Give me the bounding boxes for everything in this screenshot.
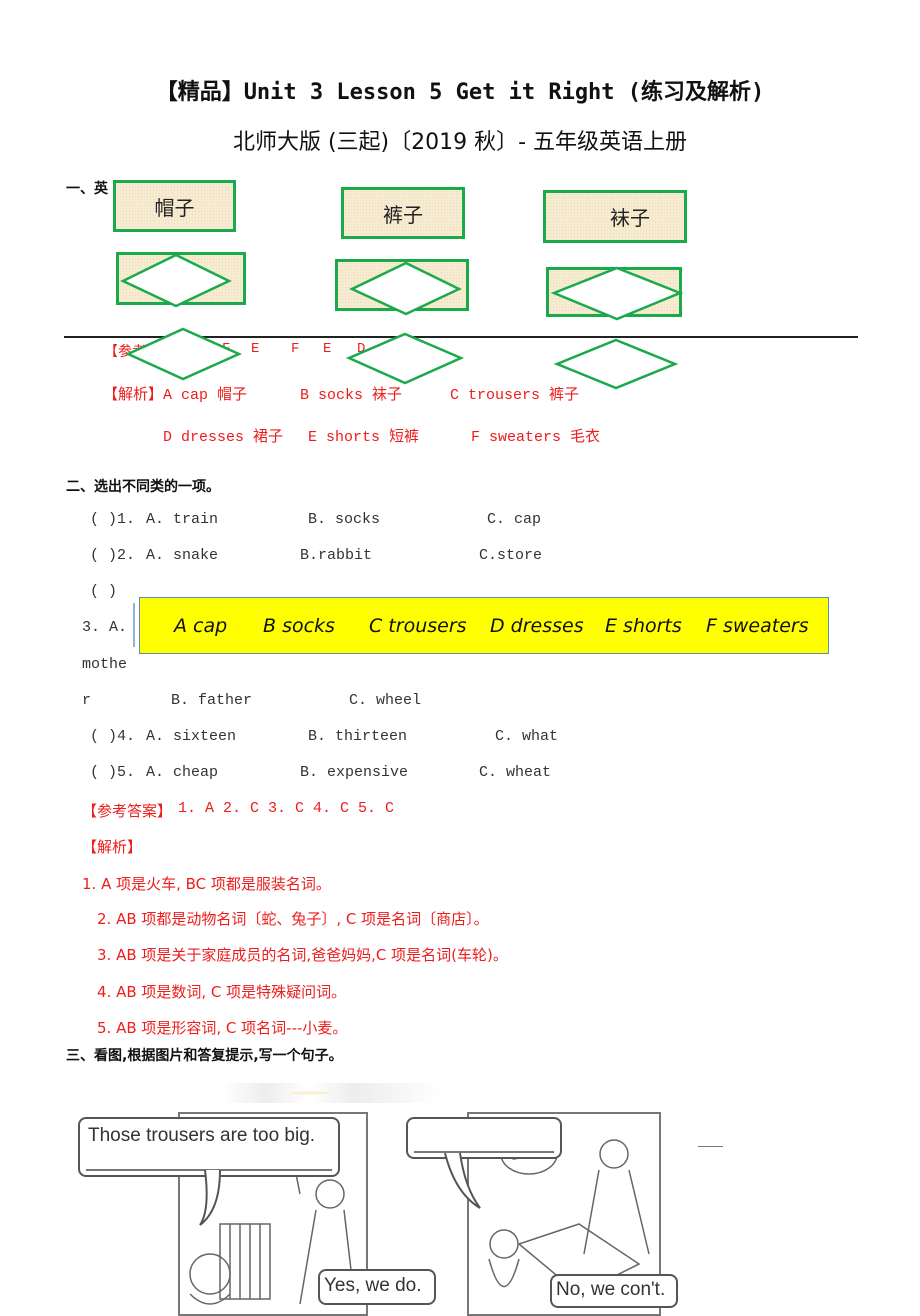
bubble-text: Yes, we do.: [324, 1275, 422, 1296]
analysis-label: 【解析】: [82, 838, 143, 856]
option-a: A. train: [146, 511, 219, 528]
speech-bubble-reply-1: Yes, we do.: [318, 1269, 436, 1305]
question-number: ( )1.: [90, 511, 136, 528]
diamond-shape: [345, 332, 465, 385]
analysis-line: 2. AB 项都是动物名词〔蛇、兔子〕, C 项是名词〔商店〕。: [97, 910, 489, 928]
banner-option: B socks: [263, 614, 335, 637]
banner-option: D dresses: [490, 614, 584, 637]
options-banner: A cap B socks C trousers D dresses E sho…: [139, 597, 829, 654]
option-c: C.store: [479, 547, 543, 564]
analysis-line: 3. AB 项是关于家庭成员的名词,爸爸妈妈,C 项是名词(车轮)。: [97, 946, 508, 964]
bubble-text: Those trousers are too big.: [88, 1125, 316, 1146]
bubble-tail: [199, 1169, 221, 1226]
bubble-text: No, we con't.: [556, 1279, 666, 1300]
option-a-line3: r: [82, 692, 92, 709]
short-dash-line: [698, 1146, 723, 1147]
banner-option: A cap: [174, 614, 228, 637]
analysis-item: F sweaters 毛衣: [471, 429, 601, 446]
diamond-shape: [124, 327, 243, 381]
option-a: A. cheap: [146, 764, 219, 781]
option-a: A. sixteen: [146, 728, 237, 745]
bubble-tail: [444, 1152, 481, 1209]
analysis-line: 1. A 项是火车, BC 项都是服装名词。: [82, 875, 331, 893]
answer-label: 【参考答案】: [82, 802, 173, 820]
answer-key: 1. A 2. C 3. C 4. C 5. C: [178, 800, 395, 817]
option-a-line2: mothe: [82, 656, 128, 673]
question-number: ( ): [90, 583, 118, 600]
option-b: B.rabbit: [300, 547, 373, 564]
faded-title-art: [222, 1083, 442, 1103]
banner-option: C trousers: [369, 614, 467, 637]
analysis-line: 5. AB 项是形容词, C 项名词---小麦。: [97, 1019, 348, 1037]
section3-heading: 三、看图,根据图片和答复提示,写一个句子。: [66, 1048, 343, 1064]
option-b: B. father: [171, 692, 253, 709]
option-c: C. what: [495, 728, 559, 745]
option-a: A. snake: [146, 547, 219, 564]
option-c: C. wheat: [479, 764, 552, 781]
analysis-item: D dresses 裙子: [163, 429, 284, 446]
option-b: B. expensive: [300, 764, 409, 781]
analysis-item: C trousers 裤子: [450, 387, 580, 404]
option-b: B. thirteen: [308, 728, 408, 745]
question-number: ( )4.: [90, 728, 136, 745]
diamond-shape: [120, 253, 232, 308]
analysis-item: B socks 袜子: [300, 387, 403, 404]
speech-bubble-reply-2: No, we con't.: [550, 1274, 678, 1308]
banner-option: F sweaters: [706, 614, 809, 637]
option-c: C. cap: [487, 511, 542, 528]
analysis-item: A cap 帽子: [163, 387, 248, 404]
diamond-shape: [349, 261, 462, 316]
option-c: C. wheel: [349, 692, 422, 709]
section2-heading: 二、选出不同类的一项。: [66, 479, 220, 495]
diamond-shape: [553, 338, 679, 390]
question-number: ( )2.: [90, 547, 136, 564]
option-a-line1: 3. A.: [82, 619, 128, 636]
speech-bubble-question-1: Those trousers are too big.: [78, 1117, 340, 1177]
analysis-item: E shorts 短裤: [308, 429, 420, 446]
analysis-line: 4. AB 项是数词, C 项是特殊疑问词。: [97, 983, 347, 1001]
question-number: ( )5.: [90, 764, 136, 781]
diamond-shapes: [120, 253, 684, 390]
analysis-label: 【解析】: [103, 385, 164, 403]
diamond-shape: [550, 266, 684, 321]
option-b: B. socks: [308, 511, 381, 528]
banner-option: E shorts: [605, 614, 682, 637]
text-cursor-bar: [133, 603, 135, 647]
